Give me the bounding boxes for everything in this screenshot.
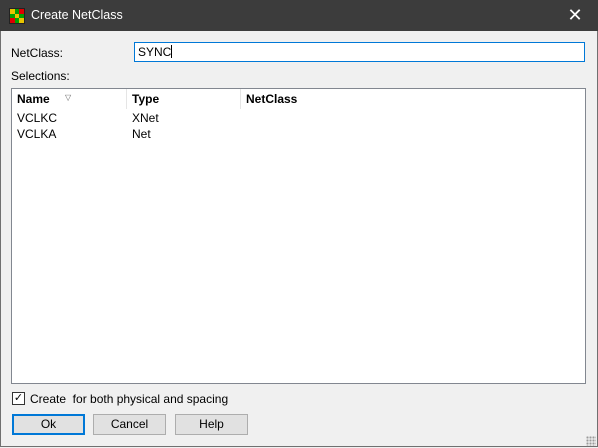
- create-both-checkbox[interactable]: ✓: [12, 392, 25, 405]
- cell-name: VCLKC: [17, 111, 58, 125]
- column-header-name[interactable]: Name ▽: [12, 89, 127, 109]
- title-bar: Create NetClass ✕: [0, 0, 598, 31]
- cancel-button[interactable]: Cancel: [93, 414, 166, 435]
- cell-type: XNet: [132, 111, 159, 125]
- column-header-name-label: Name: [17, 92, 50, 106]
- selections-label: Selections:: [11, 69, 70, 83]
- close-button[interactable]: ✕: [552, 0, 598, 31]
- column-header-type-label: Type: [132, 92, 160, 106]
- sort-chevron-icon: ▽: [65, 93, 72, 102]
- column-header-netclass[interactable]: NetClass: [241, 89, 371, 109]
- close-icon: ✕: [567, 5, 583, 25]
- ok-button[interactable]: Ok: [12, 414, 85, 435]
- selections-list[interactable]: Name ▽ Type NetClass VCLKC XNet VCLKA Ne…: [11, 88, 586, 384]
- checkmark-icon: ✓: [13, 392, 24, 404]
- cell-type: Net: [132, 127, 151, 141]
- app-icon: [9, 8, 25, 24]
- resize-grip-icon[interactable]: [586, 436, 596, 446]
- help-button[interactable]: Help: [175, 414, 248, 435]
- text-caret: [171, 45, 173, 58]
- netclass-input-value: SYNC: [138, 45, 172, 59]
- table-row[interactable]: VCLKC XNet: [12, 110, 585, 126]
- table-row[interactable]: VCLKA Net: [12, 126, 585, 142]
- create-both-label[interactable]: Create for both physical and spacing: [30, 392, 228, 406]
- netclass-input[interactable]: SYNC: [134, 42, 585, 62]
- window-title: Create NetClass: [31, 8, 123, 22]
- column-header-netclass-label: NetClass: [246, 92, 298, 106]
- cell-name: VCLKA: [17, 127, 57, 141]
- column-header-type[interactable]: Type: [127, 89, 241, 109]
- netclass-label: NetClass:: [11, 46, 64, 60]
